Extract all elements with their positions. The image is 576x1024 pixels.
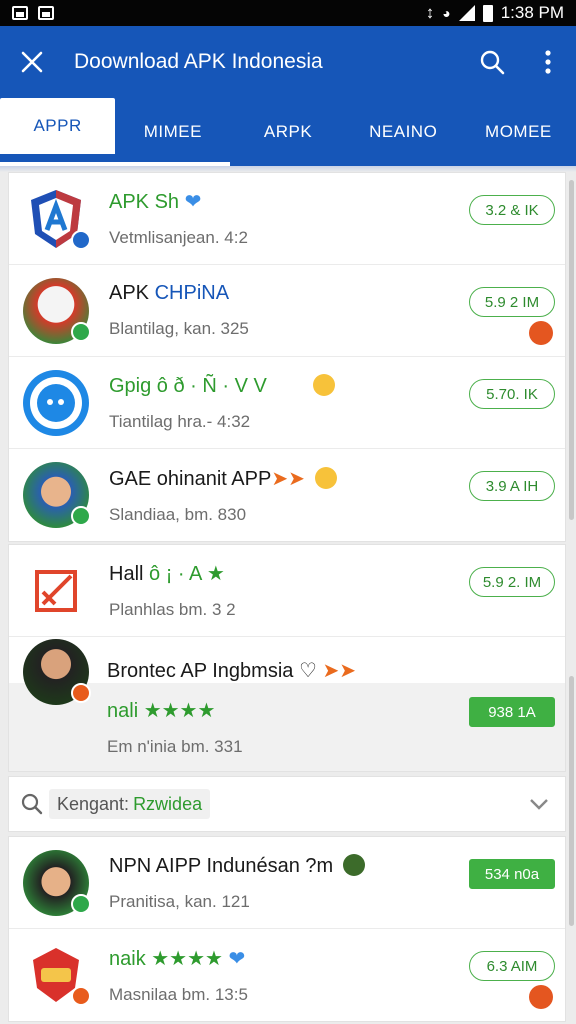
verified-badge xyxy=(71,893,91,914)
close-button[interactable] xyxy=(0,26,64,98)
scrollbar[interactable] xyxy=(569,676,574,926)
download-size-button[interactable]: 5.70. IK xyxy=(469,379,555,409)
more-vert-icon xyxy=(545,50,551,74)
app-icon xyxy=(23,639,91,705)
list-item[interactable]: APK Sh ❤ Vetmlisanjean. 4:2 3.2 & IK xyxy=(9,173,565,265)
app-card-group: APK Sh ❤ Vetmlisanjean. 4:2 3.2 & IK APK… xyxy=(8,172,566,542)
search-button[interactable] xyxy=(464,26,520,98)
tab-arpk[interactable]: ARPK xyxy=(230,98,345,166)
app-subtitle: Blantilag, kan. 325 xyxy=(109,319,249,338)
list-item[interactable]: NPN AIPP Indunésan ?m Pranitisa, kan. 12… xyxy=(9,837,565,929)
search-icon xyxy=(480,50,505,75)
wifi-icon: ◕ xyxy=(442,5,451,21)
list-item[interactable]: naik ★★★★ ❤ Masnilaa bm. 13:5 6.3 AIM xyxy=(9,929,565,1021)
app-icon xyxy=(23,557,89,624)
emoji-icon xyxy=(314,466,337,489)
app-bar: Doownload APK Indonesia xyxy=(0,26,576,98)
globe-icon xyxy=(343,853,366,876)
edit-box-icon xyxy=(35,569,77,612)
list-item-selected[interactable]: nali ★★★★ Em n'inia bm. 331 938 1A xyxy=(9,639,565,771)
chevron-down-icon[interactable] xyxy=(529,798,549,810)
hot-badge-icon xyxy=(529,985,553,1009)
app-icon xyxy=(23,462,91,528)
app-name: Brontec AP Ingbmsia ♡ ➤➤ xyxy=(107,660,356,682)
search-icon xyxy=(21,793,43,815)
list-item[interactable]: Gpig ô ð · Ñ · V V Tiantilag hra.- 4:32 … xyxy=(9,357,565,449)
app-icon xyxy=(23,942,91,1008)
tab-appr[interactable]: APPR xyxy=(0,98,116,154)
tab-momee[interactable]: MOMEE xyxy=(461,98,576,166)
verified-badge xyxy=(71,321,91,342)
app-icon xyxy=(23,369,89,436)
gallery-notification-icon xyxy=(38,6,54,20)
download-size-button[interactable]: 938 1A xyxy=(469,697,555,727)
download-size-button[interactable]: 534 n0a xyxy=(469,859,555,889)
tab-mimee[interactable]: MIMEE xyxy=(115,98,230,166)
app-list: APK Sh ❤ Vetmlisanjean. 4:2 3.2 & IK APK… xyxy=(8,172,566,1022)
tab-bar: APPR MIMEE ARPK NEAINO MOMEE xyxy=(0,98,576,166)
close-icon xyxy=(21,51,43,73)
image-notification-icon xyxy=(12,6,28,20)
verified-badge xyxy=(71,506,91,526)
app-subtitle: Masnilaa bm. 13:5 xyxy=(109,984,248,1004)
emoji-icon xyxy=(312,373,335,396)
chat-bubble-icon xyxy=(30,376,82,429)
app-subtitle: Em n'inia bm. 331 xyxy=(107,736,243,756)
download-size-button[interactable]: 6.3 AIM xyxy=(469,951,555,981)
list-item[interactable]: GAE ohinanit APP➤➤ Slandiaa, bm. 830 3.9… xyxy=(9,449,565,541)
tab-neaino[interactable]: NEAINO xyxy=(346,98,461,166)
search-filter-row[interactable]: Kengant: Rzwidea xyxy=(8,776,566,832)
verified-badge xyxy=(71,229,91,250)
app-subtitle: Pranitisa, kan. 121 xyxy=(109,891,250,911)
signal-icon xyxy=(458,5,475,21)
app-card-group: Hall ô ¡ · A ★ Planhlas bm. 3 2 5.9 2. I… xyxy=(8,544,566,772)
download-size-button[interactable]: 3.2 & IK xyxy=(469,195,555,225)
more-options-button[interactable] xyxy=(520,26,576,98)
download-size-button[interactable]: 5.9 2 IM xyxy=(469,287,555,317)
app-card-group: NPN AIPP Indunésan ?m Pranitisa, kan. 12… xyxy=(8,836,566,1022)
status-time: 1:38 PM xyxy=(500,3,564,22)
verified-badge xyxy=(71,683,91,703)
list-item[interactable]: Brontec AP Ingbmsia ♡ ➤➤ xyxy=(9,637,565,683)
battery-icon xyxy=(482,4,493,22)
list-item[interactable]: Hall ô ¡ · A ★ Planhlas bm. 3 2 5.9 2. I… xyxy=(9,545,565,637)
app-subtitle: Vetmlisanjean. 4:2 xyxy=(109,228,248,247)
download-size-button[interactable]: 5.9 2. IM xyxy=(469,567,555,597)
status-bar: ↕ ◕ 1:38 PM xyxy=(0,0,576,26)
page-title: Doownload APK Indonesia xyxy=(74,50,323,73)
app-icon xyxy=(23,849,91,916)
app-info: Brontec AP Ingbmsia ♡ ➤➤ xyxy=(107,658,565,683)
hot-badge-icon xyxy=(529,321,553,345)
vibrate-icon: ↕ xyxy=(425,3,435,22)
list-item[interactable]: APK CHPiNA Blantilag, kan. 325 5.9 2 IM xyxy=(9,265,565,357)
app-subtitle: Planhlas bm. 3 2 xyxy=(109,600,236,619)
verified-badge xyxy=(71,986,91,1006)
download-size-button[interactable]: 3.9 A IH xyxy=(469,471,555,501)
scrollbar[interactable] xyxy=(569,180,574,520)
app-icon xyxy=(23,185,91,252)
app-subtitle: Tiantilag hra.- 4:32 xyxy=(109,411,251,431)
search-chip[interactable]: Kengant: Rzwidea xyxy=(49,789,211,819)
app-icon xyxy=(23,277,91,344)
app-subtitle: Slandiaa, bm. 830 xyxy=(109,504,247,524)
